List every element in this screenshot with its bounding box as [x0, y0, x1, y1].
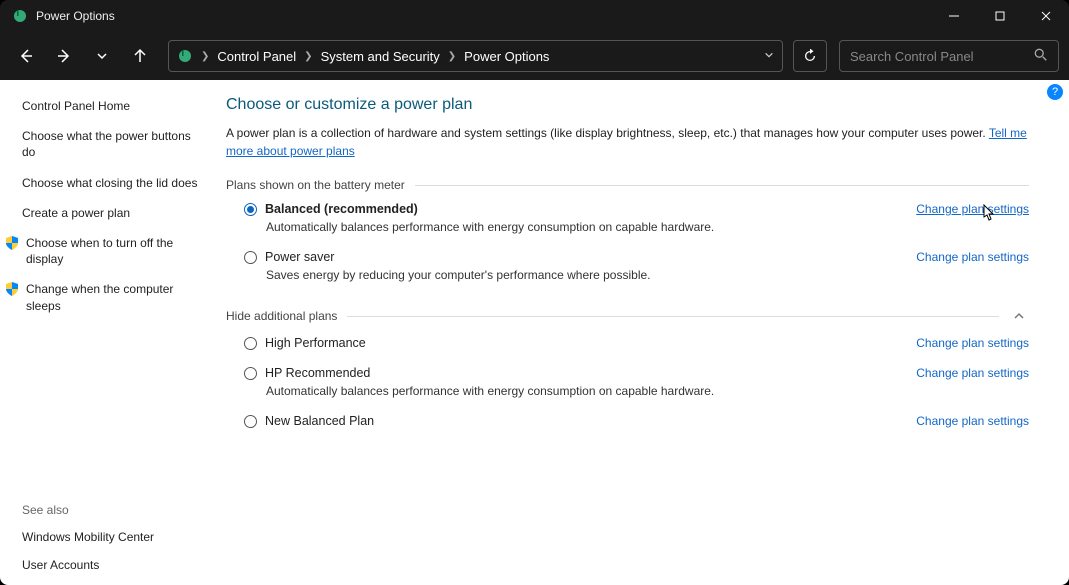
window-title: Power Options: [36, 9, 115, 23]
plan-hp-recommended: HP Recommended Change plan settings Auto…: [226, 356, 1029, 404]
up-button[interactable]: [124, 40, 156, 72]
breadcrumb-item[interactable]: Power Options: [464, 49, 549, 64]
sidebar-link-computer-sleeps[interactable]: Change when the computer sleeps: [26, 281, 198, 313]
change-plan-settings-link[interactable]: Change plan settings: [916, 366, 1029, 380]
plan-name[interactable]: Power saver: [265, 250, 334, 264]
page-heading: Choose or customize a power plan: [226, 96, 1029, 114]
sidebar-link-turn-off-display[interactable]: Choose when to turn off the display: [26, 235, 198, 267]
plan-radio-hp-recommended[interactable]: [244, 367, 257, 380]
section-label-text: Hide additional plans: [226, 309, 337, 323]
see-also-label: See also: [22, 503, 198, 517]
change-plan-settings-link[interactable]: Change plan settings: [916, 250, 1029, 264]
address-icon: [177, 48, 193, 64]
sidebar: Control Panel Home Choose what the power…: [0, 80, 210, 585]
address-bar[interactable]: ❯ Control Panel ❯ System and Security ❯ …: [168, 40, 783, 72]
plan-name[interactable]: High Performance: [265, 336, 366, 350]
intro-paragraph: A power plan is a collection of hardware…: [226, 124, 1029, 160]
plan-radio-high-performance[interactable]: [244, 337, 257, 350]
breadcrumb-item[interactable]: Control Panel: [217, 49, 296, 64]
change-plan-settings-link[interactable]: Change plan settings: [916, 414, 1029, 428]
change-plan-settings-link[interactable]: Change plan settings: [916, 336, 1029, 350]
search-box[interactable]: [839, 40, 1059, 72]
address-dropdown-button[interactable]: [764, 49, 774, 63]
refresh-button[interactable]: [793, 40, 827, 72]
change-plan-settings-link[interactable]: Change plan settings: [916, 202, 1029, 216]
plan-name[interactable]: HP Recommended: [265, 366, 370, 380]
close-button[interactable]: [1023, 0, 1069, 32]
sidebar-link-closing-lid[interactable]: Choose what closing the lid does: [22, 175, 198, 191]
plan-radio-balanced[interactable]: [244, 203, 257, 216]
section-additional-plans[interactable]: Hide additional plans: [226, 306, 1029, 326]
chevron-right-icon[interactable]: ❯: [302, 51, 314, 62]
titlebar: Power Options: [0, 0, 1069, 32]
plan-radio-new-balanced[interactable]: [244, 415, 257, 428]
plan-description: Automatically balances performance with …: [244, 216, 1029, 234]
sidebar-link-power-buttons[interactable]: Choose what the power buttons do: [22, 128, 198, 160]
divider: [415, 185, 1029, 186]
main-panel: Choose or customize a power plan A power…: [210, 80, 1069, 585]
plan-power-saver: Power saver Change plan settings Saves e…: [226, 240, 1029, 288]
back-button[interactable]: [10, 40, 42, 72]
forward-button[interactable]: [48, 40, 80, 72]
plan-high-performance: High Performance Change plan settings: [226, 326, 1029, 356]
maximize-button[interactable]: [977, 0, 1023, 32]
shield-icon: [4, 281, 20, 297]
minimize-button[interactable]: [931, 0, 977, 32]
section-battery-plans: Plans shown on the battery meter: [226, 178, 1029, 192]
plan-new-balanced: New Balanced Plan Change plan settings: [226, 404, 1029, 434]
recent-dropdown-button[interactable]: [86, 40, 118, 72]
sidebar-link-create-plan[interactable]: Create a power plan: [22, 205, 198, 221]
divider: [347, 316, 999, 317]
see-also-user-accounts[interactable]: User Accounts: [22, 557, 198, 573]
intro-text: A power plan is a collection of hardware…: [226, 126, 989, 140]
plan-name[interactable]: New Balanced Plan: [265, 414, 374, 428]
plan-radio-power-saver[interactable]: [244, 251, 257, 264]
content-area: ? Control Panel Home Choose what the pow…: [0, 80, 1069, 585]
see-also-mobility-center[interactable]: Windows Mobility Center: [22, 529, 198, 545]
control-panel-home-link[interactable]: Control Panel Home: [22, 98, 198, 114]
plan-description: Automatically balances performance with …: [244, 380, 1029, 398]
search-icon[interactable]: [1034, 48, 1048, 65]
navbar: ❯ Control Panel ❯ System and Security ❯ …: [0, 32, 1069, 80]
breadcrumb-item[interactable]: System and Security: [321, 49, 440, 64]
search-input[interactable]: [850, 49, 1034, 64]
chevron-right-icon[interactable]: ❯: [446, 51, 458, 62]
chevron-right-icon[interactable]: ❯: [199, 51, 211, 62]
plan-name[interactable]: Balanced (recommended): [265, 202, 418, 216]
plan-balanced: Balanced (recommended) Change plan setti…: [226, 192, 1029, 240]
section-label-text: Plans shown on the battery meter: [226, 178, 405, 192]
shield-icon: [4, 235, 20, 251]
app-icon: [12, 8, 28, 24]
window: Power Options ❯ Control Pa: [0, 0, 1069, 585]
plan-description: Saves energy by reducing your computer's…: [244, 264, 1029, 282]
chevron-up-icon[interactable]: [1009, 306, 1029, 326]
